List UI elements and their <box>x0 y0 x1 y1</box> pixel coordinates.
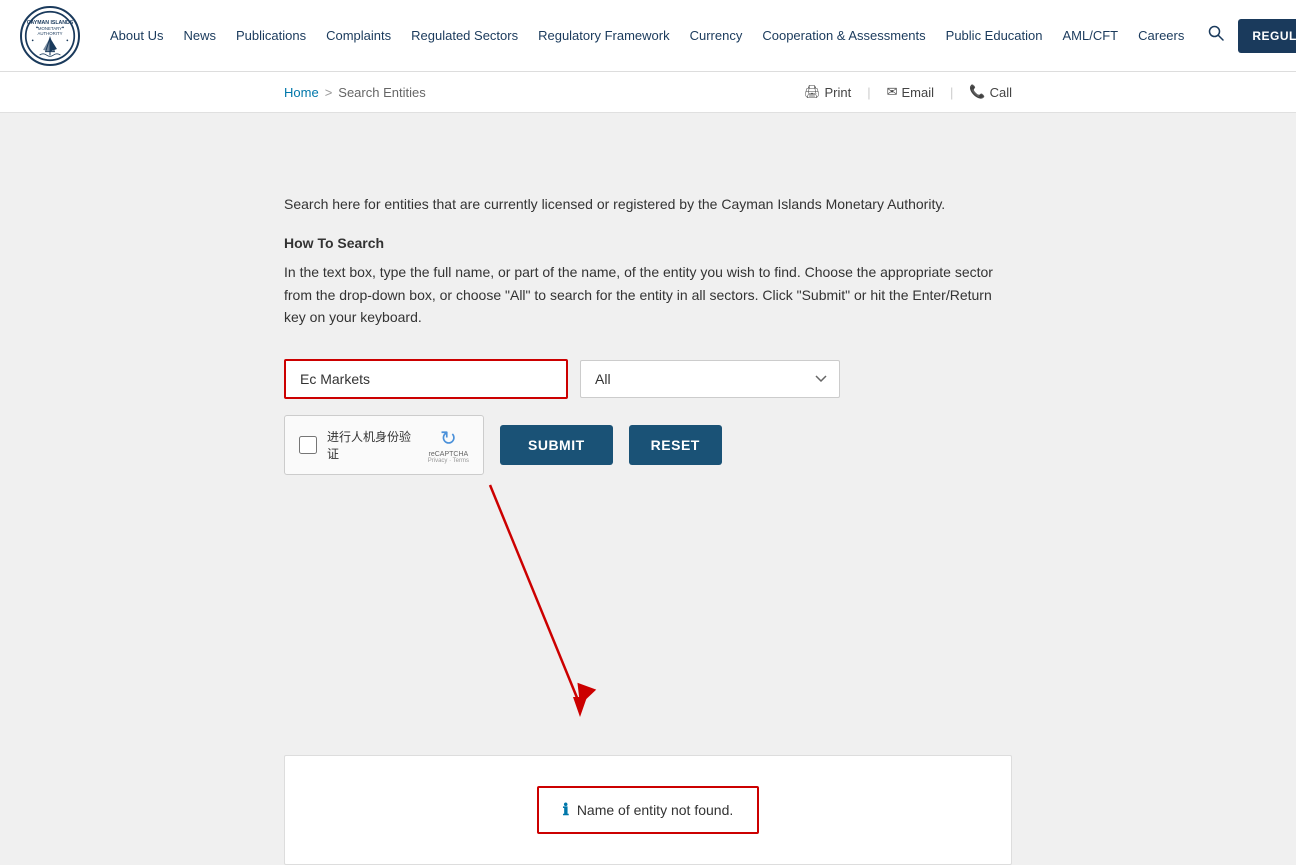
recaptcha-brand: reCAPTCHA <box>429 451 469 458</box>
nav-amlcft[interactable]: AML/CFT <box>1053 28 1129 43</box>
breadcrumb-current: Search Entities <box>338 85 425 100</box>
header: CAYMAN ISLANDS MONETARY AUTHORITY About … <box>0 0 1296 72</box>
result-area: ℹ Name of entity not found. <box>284 755 1012 865</box>
nav-regulatory-framework[interactable]: Regulatory Framework <box>528 28 680 43</box>
nav-cooperation[interactable]: Cooperation & Assessments <box>752 28 935 43</box>
reset-button[interactable]: RESET <box>629 425 722 465</box>
logo: CAYMAN ISLANDS MONETARY AUTHORITY <box>20 6 80 66</box>
nav-about-us[interactable]: About Us <box>100 28 173 43</box>
call-link[interactable]: 📞 Call <box>969 84 1012 100</box>
divider-2: | <box>950 85 953 100</box>
not-found-message: Name of entity not found. <box>577 802 733 818</box>
captcha-checkbox[interactable] <box>299 436 317 454</box>
search-icon <box>1208 25 1224 41</box>
breadcrumb-bar: Home > Search Entities 🖨 Print | ✉ Email… <box>0 72 1296 113</box>
print-link[interactable]: 🖨 Print <box>804 84 851 100</box>
main-content: Search here for entities that are curren… <box>284 153 1012 475</box>
svg-text:MONETARY: MONETARY <box>38 25 62 30</box>
inner-content: Search here for entities that are curren… <box>0 113 1296 865</box>
captcha-box: 进行人机身份验证 ↻ reCAPTCHA Privacy · Terms <box>284 415 484 475</box>
recaptcha-icon: ↻ <box>440 426 457 451</box>
email-link[interactable]: ✉ Email <box>887 84 934 100</box>
nav-public-education[interactable]: Public Education <box>936 28 1053 43</box>
nav-complaints[interactable]: Complaints <box>316 28 401 43</box>
sector-dropdown[interactable]: All Banking Insurance Securities Trust C… <box>580 360 840 398</box>
breadcrumb-home[interactable]: Home <box>284 85 319 100</box>
logo-area: CAYMAN ISLANDS MONETARY AUTHORITY <box>20 6 80 66</box>
divider-1: | <box>867 85 870 100</box>
instructions-text: In the text box, type the full name, or … <box>284 261 1012 328</box>
content-section: Search here for entities that are curren… <box>0 153 1296 475</box>
nav-publications[interactable]: Publications <box>226 28 316 43</box>
nav-regulated-sectors[interactable]: Regulated Sectors <box>401 28 528 43</box>
captcha-label: 进行人机身份验证 <box>327 428 418 462</box>
search-input-wrapper <box>284 359 568 399</box>
nav-careers[interactable]: Careers <box>1128 28 1194 43</box>
how-to-search-title: How To Search <box>284 235 1012 251</box>
search-input-row: All Banking Insurance Securities Trust C… <box>284 359 984 399</box>
search-icon-button[interactable] <box>1204 21 1228 50</box>
submit-button[interactable]: SUBMIT <box>500 425 613 465</box>
header-right: REGULATED ENTITIES <box>1204 19 1296 53</box>
description-text: Search here for entities that are curren… <box>284 193 1012 215</box>
not-found-box: ℹ Name of entity not found. <box>537 786 760 834</box>
recaptcha-logo: ↻ reCAPTCHA Privacy · Terms <box>428 426 469 464</box>
breadcrumb-separator: > <box>325 85 333 100</box>
info-icon: ℹ <box>563 800 569 820</box>
phone-icon: 📞 <box>969 84 985 100</box>
main-nav: About Us News Publications Complaints Re… <box>100 28 1194 43</box>
print-icon: 🖨 <box>804 84 821 100</box>
breadcrumb-actions: 🖨 Print | ✉ Email | 📞 Call <box>804 84 1012 100</box>
regulated-entities-button[interactable]: REGULATED ENTITIES <box>1238 19 1296 53</box>
nav-currency[interactable]: Currency <box>680 28 753 43</box>
email-icon: ✉ <box>887 84 898 100</box>
main-layout: Search here for entities that are curren… <box>0 113 1296 865</box>
breadcrumb: Home > Search Entities <box>284 85 426 100</box>
svg-text:AUTHORITY: AUTHORITY <box>37 31 62 36</box>
nav-news[interactable]: News <box>173 28 226 43</box>
search-form: All Banking Insurance Securities Trust C… <box>284 359 984 475</box>
captcha-row: 进行人机身份验证 ↻ reCAPTCHA Privacy · Terms SUB… <box>284 415 984 475</box>
search-input[interactable] <box>286 361 566 397</box>
svg-text:CAYMAN ISLANDS: CAYMAN ISLANDS <box>27 19 74 25</box>
recaptcha-terms: Privacy · Terms <box>428 458 469 464</box>
